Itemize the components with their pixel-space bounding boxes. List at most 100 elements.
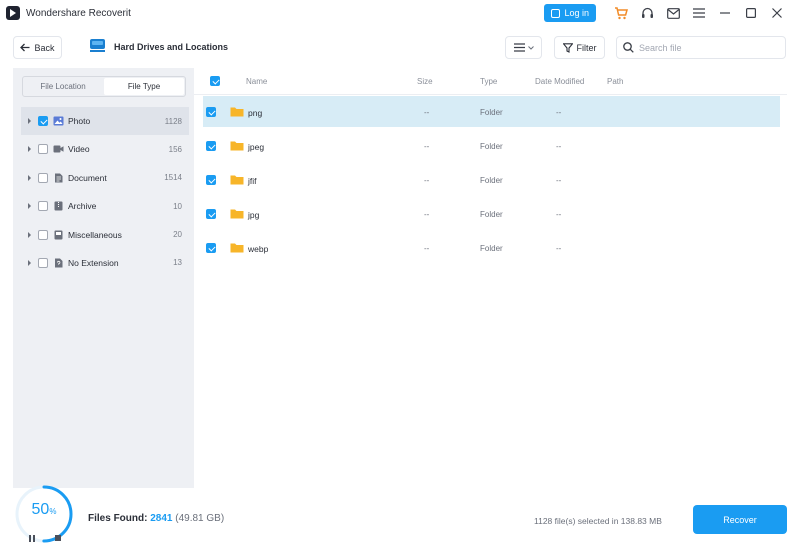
header-bar: Back Hard Drives and Locations Filter [0,33,800,61]
sidebar-item-label: Video [68,144,90,155]
sidebar-item-miscellaneous[interactable]: Miscellaneous 20 [21,221,189,249]
app-logo-icon [6,6,20,20]
recover-button[interactable]: Recover [693,505,787,534]
column-size[interactable]: Size [417,77,433,86]
select-all-checkbox[interactable] [210,76,220,86]
row-checkbox[interactable] [206,175,216,185]
cart-icon[interactable] [608,4,634,22]
sidebar-item-no-extension[interactable]: No Extension 13 [21,249,189,277]
list-view-icon [513,43,525,52]
expand-caret-icon[interactable] [28,203,31,210]
mail-icon[interactable] [660,4,686,22]
row-checkbox[interactable] [206,243,216,253]
sidebar-item-photo[interactable]: Photo 1128 [21,107,189,135]
checkbox[interactable] [38,144,48,155]
sidebar-item-archive[interactable]: Archive 10 [21,192,189,220]
checkbox[interactable] [38,229,48,240]
sidebar-item-label: No Extension [68,257,119,268]
column-date-modified[interactable]: Date Modified [535,77,584,86]
file-size: -- [424,210,430,219]
video-icon [53,145,64,153]
folder-icon [230,107,244,117]
sidebar-item-video[interactable]: Video 156 [21,135,189,163]
pause-icon[interactable] [29,535,36,542]
selected-files-info: 1128 file(s) selected in 138.83 MB [534,516,662,526]
sidebar-item-label: Miscellaneous [68,229,122,240]
file-size: -- [424,244,430,253]
table-row[interactable]: jpeg -- Folder -- [203,130,780,161]
filter-label: Filter [576,42,597,53]
files-found-size: (49.81 GB) [175,513,225,524]
table-row[interactable]: jpg -- Folder -- [203,198,780,229]
file-type: Folder [480,244,503,253]
file-type-list: Photo 1128 Video 156 Document 1514 Archi… [21,107,189,277]
file-name: jpeg [248,142,265,152]
sidebar-item-count: 20 [173,230,182,240]
status-bar: 50% Files Found: 2841 (49.81 GB) 1128 fi… [0,485,800,549]
maximize-icon[interactable] [738,4,764,22]
photo-icon [53,116,64,126]
progress-unit: % [49,507,57,516]
expand-caret-icon[interactable] [28,259,31,266]
column-path[interactable]: Path [607,77,623,86]
minimize-icon[interactable] [712,4,738,22]
row-checkbox[interactable] [206,107,216,117]
sidebar-item-document[interactable]: Document 1514 [21,164,189,192]
folder-icon [230,141,244,151]
table-row[interactable]: png -- Folder -- [203,96,780,127]
user-icon [551,8,561,18]
search-input[interactable] [639,42,769,53]
search-icon [623,42,634,53]
view-mode-button[interactable] [505,36,542,59]
file-name: jfif [248,176,257,186]
misc-icon [54,230,63,240]
table-row[interactable]: jfif -- Folder -- [203,164,780,195]
file-list: Name Size Type Date Modified Path png --… [194,68,787,488]
close-icon[interactable] [764,4,790,22]
file-size: -- [424,142,430,151]
file-date: -- [556,108,562,117]
file-date: -- [556,176,562,185]
checkbox[interactable] [38,172,48,183]
file-type: Folder [480,108,503,117]
sidebar-item-count: 1514 [164,173,182,183]
filter-button[interactable]: Filter [554,36,605,59]
file-name: jpg [248,210,260,220]
tab-file-location[interactable]: File Location [23,77,103,96]
expand-caret-icon[interactable] [28,118,31,124]
checkbox[interactable] [38,257,48,268]
file-type: Folder [480,176,503,185]
file-date: -- [556,210,562,219]
expand-caret-icon[interactable] [28,174,31,181]
title-bar-controls: Log in [544,4,790,22]
files-found-summary: Files Found: 2841 (49.81 GB) [88,513,224,524]
archive-icon [54,201,63,211]
search-box [616,36,786,59]
back-button[interactable]: Back [13,36,62,59]
table-row[interactable]: webp -- Folder -- [203,232,780,263]
folder-icon [230,243,244,253]
arrow-left-icon [20,43,30,52]
sidebar-tabs: File Location File Type [22,76,186,97]
expand-caret-icon[interactable] [28,231,31,238]
row-checkbox[interactable] [206,209,216,219]
file-size: -- [424,176,430,185]
stop-icon[interactable] [55,535,61,541]
headset-icon[interactable] [634,4,660,22]
row-checkbox[interactable] [206,141,216,151]
login-label: Log in [564,8,589,18]
menu-icon[interactable] [686,4,712,22]
checkbox[interactable] [38,116,48,126]
table-header: Name Size Type Date Modified Path [194,68,787,95]
files-found-count: 2841 [150,513,173,524]
back-label: Back [34,42,55,53]
sidebar-item-count: 10 [173,201,182,211]
login-button[interactable]: Log in [544,4,596,22]
column-name[interactable]: Name [246,77,267,86]
hard-drive-icon [90,39,105,52]
tab-file-type[interactable]: File Type [104,78,184,95]
expand-caret-icon[interactable] [28,146,31,153]
checkbox[interactable] [38,201,48,212]
column-type[interactable]: Type [480,77,497,86]
document-icon [55,173,63,183]
